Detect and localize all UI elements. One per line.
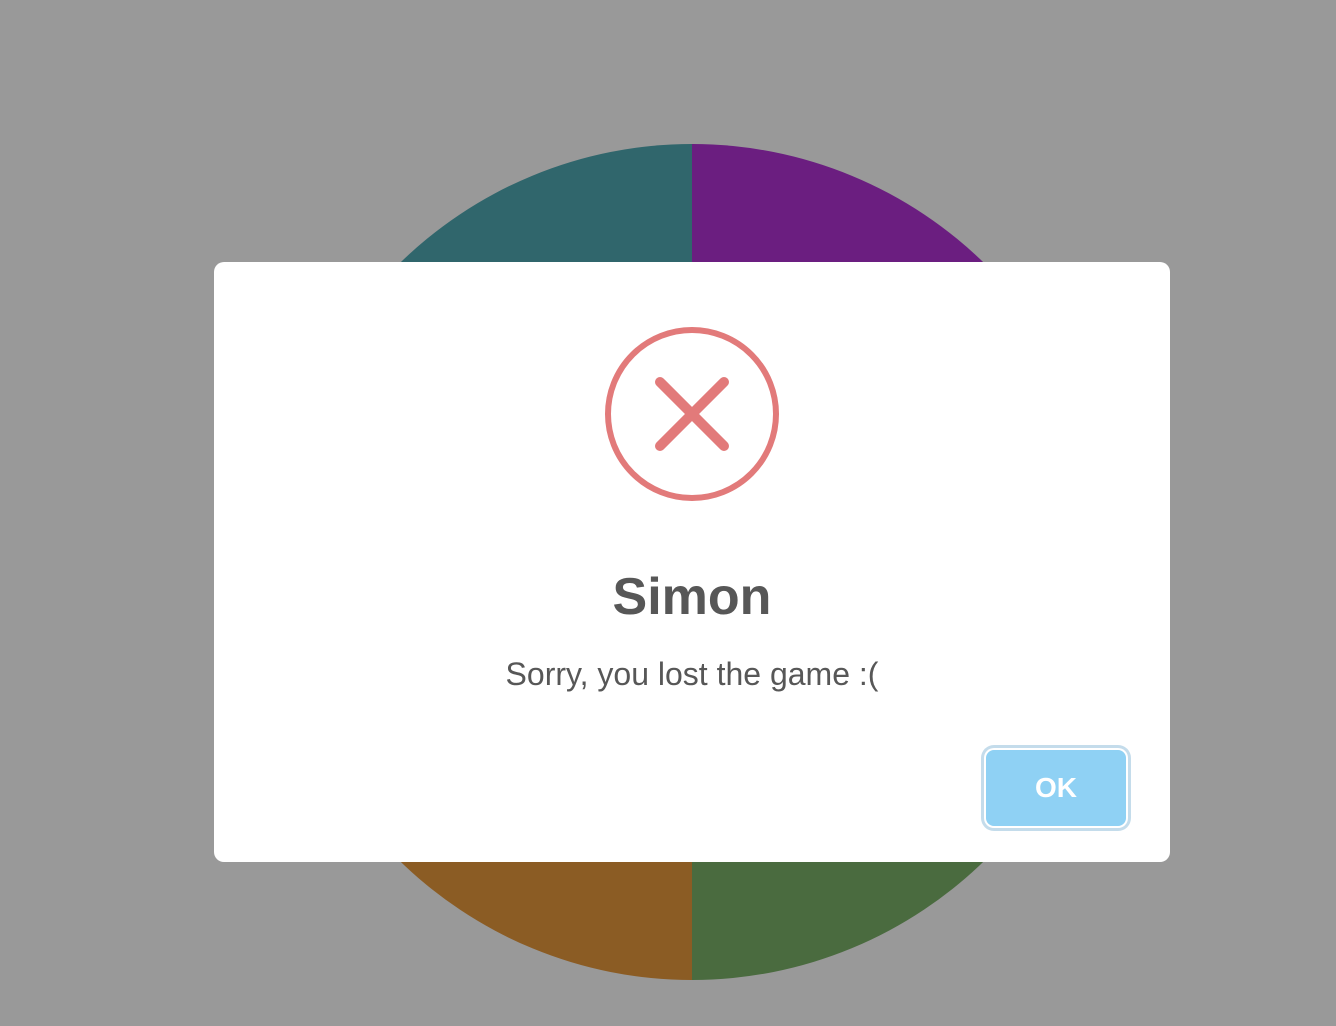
dialog-title: Simon <box>612 568 772 626</box>
dialog-message: Sorry, you lost the game :( <box>505 656 879 692</box>
error-x-icon <box>605 327 779 501</box>
ok-button[interactable]: OK <box>986 750 1126 826</box>
game-over-dialog: Simon Sorry, you lost the game :( OK <box>214 262 1170 862</box>
